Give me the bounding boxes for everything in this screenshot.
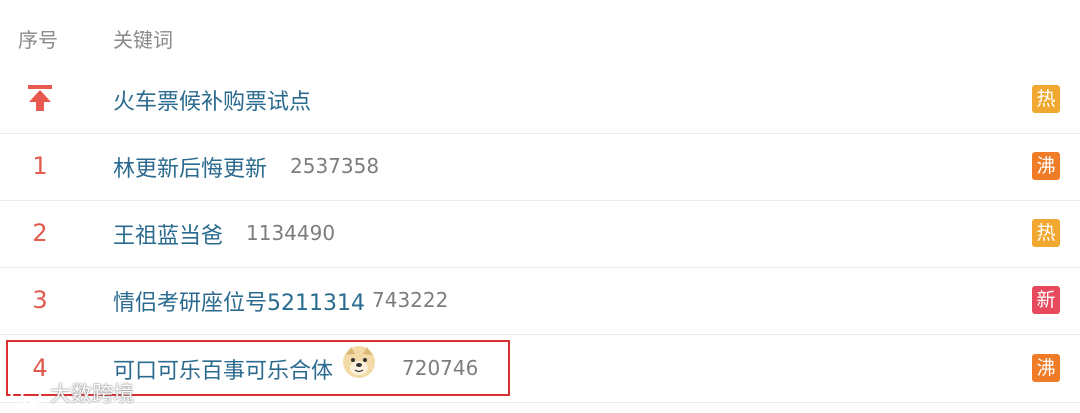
table-row: 1 林更新后悔更新 2537358 沸 — [0, 134, 1080, 201]
hot-badge: 热 — [1032, 85, 1060, 113]
watermark-logo-icon — [10, 386, 42, 405]
rank-column-header: 序号 — [18, 28, 58, 52]
boiling-badge: 沸 — [1032, 152, 1060, 180]
hot-badge: 热 — [1032, 219, 1060, 247]
table-header: 序号 关键词 — [0, 0, 1080, 70]
table-row: 2 王祖蓝当爸 1134490 热 — [0, 201, 1080, 268]
boiling-badge: 沸 — [1032, 354, 1060, 382]
keyword-link[interactable]: 王祖蓝当爸 — [113, 218, 223, 250]
rank-number: 1 — [32, 152, 48, 180]
rank-number: 2 — [32, 219, 48, 247]
search-count: 1134490 — [246, 221, 336, 245]
pin-to-top-icon — [28, 85, 52, 111]
table-row: 火车票候补购票试点 热 — [0, 67, 1080, 134]
watermark: 大数跨境 — [8, 378, 134, 408]
search-count: 2537358 — [290, 154, 380, 178]
new-badge: 新 — [1032, 286, 1060, 314]
rank-number: 3 — [32, 286, 48, 314]
keyword-column-header: 关键词 — [113, 28, 173, 52]
keyword-link[interactable]: 林更新后悔更新 — [113, 151, 267, 183]
table-row: 3 情侣考研座位号5211314 743222 新 — [0, 268, 1080, 335]
watermark-text: 大数跨境 — [50, 382, 134, 406]
keyword-link[interactable]: 情侣考研座位号5211314 — [113, 285, 365, 317]
search-count: 743222 — [372, 288, 449, 312]
keyword-link[interactable]: 火车票候补购票试点 — [113, 84, 311, 116]
